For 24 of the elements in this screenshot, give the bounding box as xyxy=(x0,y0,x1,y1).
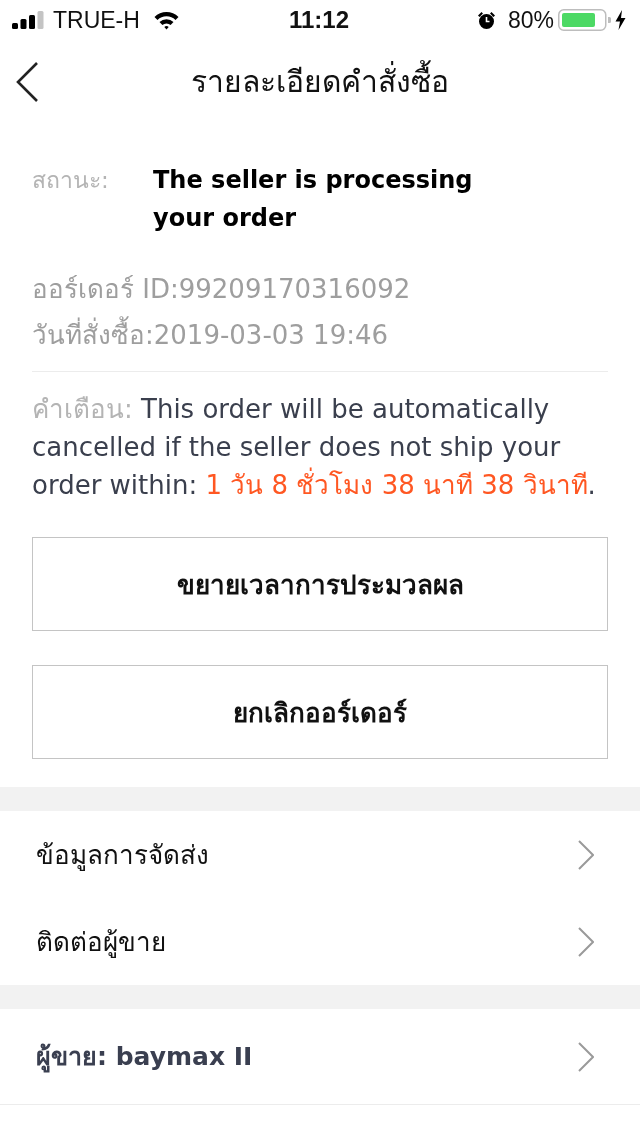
action-button[interactable]: ยกเลิกออร์เดอร์ xyxy=(32,665,608,759)
seller-row[interactable]: ผู้ขาย: baymax II xyxy=(0,1009,640,1105)
charging-bolt-icon xyxy=(615,10,626,30)
battery-percentage: 80% xyxy=(507,6,554,34)
menu-row[interactable]: ติดต่อผู้ขาย xyxy=(0,898,640,985)
alarm-clock-icon xyxy=(476,10,496,30)
status-label: สถานะ: xyxy=(32,166,110,195)
order-id: ออร์เดอร์ ID:99209170316092 xyxy=(32,273,412,306)
chevron-right-icon xyxy=(578,1041,594,1072)
carrier-name: TRUE-H xyxy=(53,6,140,34)
back-button[interactable] xyxy=(14,60,40,104)
wifi-icon xyxy=(152,10,180,30)
order-date: วันที่สั่งซื้อ:2019-03-03 19:46 xyxy=(32,312,608,358)
back-chevron-icon xyxy=(16,62,38,102)
menu-row[interactable]: ข้อมูลการจัดส่ง xyxy=(0,811,640,898)
clock-time: 11:12 xyxy=(288,6,350,34)
warning-message: คำเตือน: This order will be automatically cancelled if the seller does not ship your order within: 1 วัน 8 ชั่วโมง 38 นาที 38 วินาที. xyxy=(32,393,597,502)
signal-bars-icon xyxy=(12,11,44,29)
chevron-right-icon xyxy=(578,926,594,957)
action-button[interactable]: ขยายเวลาการประมวลผล xyxy=(32,537,608,631)
chevron-right-icon xyxy=(578,839,594,870)
battery-icon xyxy=(558,9,611,31)
status-value: The seller is processing your order xyxy=(153,165,474,234)
page-title: รายละเอียดคำสั่งซื้อ xyxy=(191,62,449,102)
